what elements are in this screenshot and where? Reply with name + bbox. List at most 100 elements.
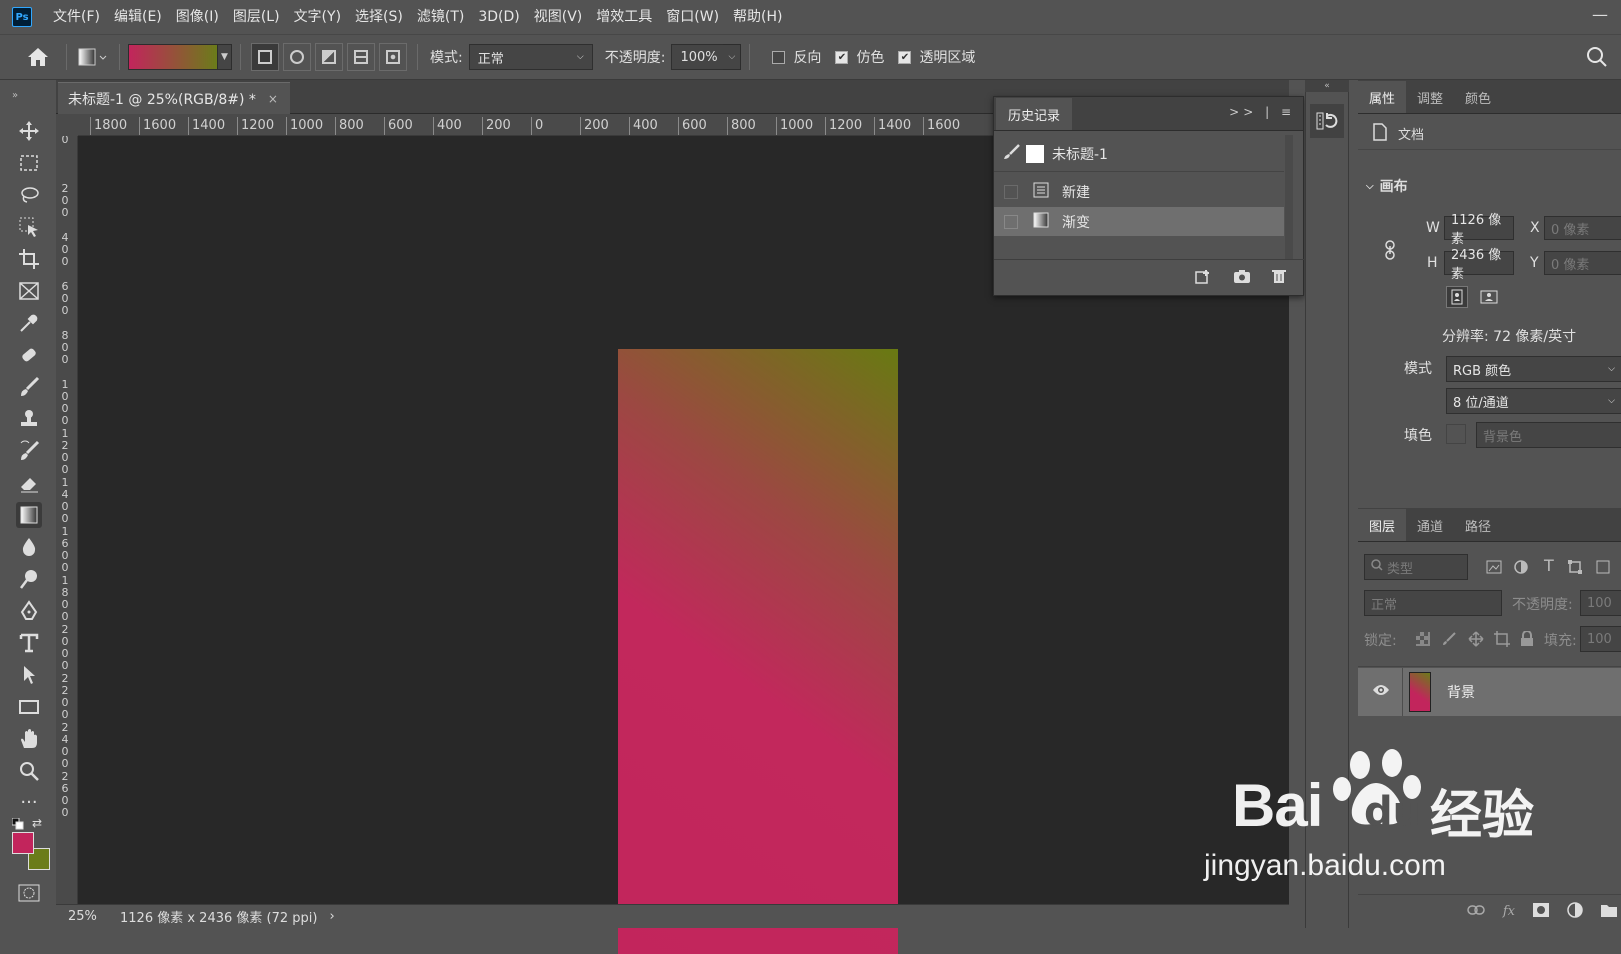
pixel-filter-icon[interactable] [1486, 560, 1502, 578]
fill-color-swatch[interactable] [1446, 424, 1466, 444]
layer-mask-icon[interactable] [1533, 902, 1549, 921]
document-canvas[interactable] [618, 349, 898, 954]
status-arrow-icon[interactable]: › [329, 909, 334, 924]
layer-name[interactable]: 背景 [1447, 682, 1475, 702]
portrait-orientation-icon[interactable] [1446, 286, 1468, 308]
lasso-tool-icon[interactable] [16, 182, 42, 208]
smart-object-filter-icon[interactable] [1596, 560, 1610, 578]
close-icon[interactable]: × [268, 92, 278, 106]
history-snapshot[interactable]: 未标题-1 [994, 139, 1284, 168]
shape-filter-icon[interactable] [1568, 560, 1582, 578]
bit-depth-select[interactable]: 8 位/通道 ⌵ [1446, 388, 1621, 414]
tab-adjustments[interactable]: 调整 [1406, 81, 1454, 113]
path-selection-tool-icon[interactable] [16, 662, 42, 688]
brush-tool-icon[interactable] [16, 374, 42, 400]
swap-colors-icon[interactable]: ⇄ [32, 816, 42, 830]
gradient-tool-icon[interactable] [16, 502, 42, 528]
layer-filter-select[interactable]: 类型 [1364, 554, 1468, 580]
menu-plugins[interactable]: 增效工具 [589, 0, 659, 34]
panel-controls[interactable]: >> | [1229, 105, 1273, 119]
lock-transparent-icon[interactable] [1416, 632, 1430, 650]
healing-brush-tool-icon[interactable] [16, 342, 42, 368]
x-input[interactable]: 0 像素 [1544, 216, 1621, 240]
history-panel-icon[interactable] [1310, 104, 1344, 138]
history-checkbox[interactable] [1004, 214, 1018, 229]
new-document-from-state-icon[interactable] [1195, 268, 1213, 288]
lock-all-icon[interactable] [1520, 630, 1534, 651]
reverse-checkbox[interactable]: 反向 [772, 47, 821, 67]
height-input[interactable]: 2436 像素 [1444, 248, 1514, 282]
trash-icon[interactable] [1271, 268, 1287, 288]
lock-position-icon[interactable] [1468, 631, 1484, 651]
transparency-checkbox[interactable]: ✔ 透明区域 [898, 47, 975, 67]
tab-properties[interactable]: 属性 [1358, 81, 1407, 113]
menu-layer[interactable]: 图层(L) [226, 0, 287, 34]
menu-filter[interactable]: 滤镜(T) [410, 0, 471, 34]
landscape-orientation-icon[interactable] [1478, 286, 1500, 308]
type-filter-icon[interactable]: T [1544, 556, 1554, 575]
minimize-button[interactable]: — [1587, 0, 1613, 34]
layer-fill-input[interactable]: 100 [1580, 626, 1621, 652]
eraser-tool-icon[interactable] [16, 470, 42, 496]
dither-checkbox[interactable]: ✔ 仿色 [835, 47, 884, 67]
y-input[interactable]: 0 像素 [1544, 251, 1621, 275]
mode-select[interactable]: 正常 ⌵ [468, 44, 593, 70]
clone-stamp-tool-icon[interactable] [16, 406, 42, 432]
menu-edit[interactable]: 编辑(E) [107, 0, 169, 34]
layer-row[interactable]: 背景 [1358, 668, 1621, 716]
color-mode-select[interactable]: RGB 颜色 ⌵ [1446, 356, 1621, 382]
tool-preset-picker[interactable] [75, 43, 111, 71]
menu-3d[interactable]: 3D(D) [471, 0, 526, 34]
collapse-icon[interactable]: » [12, 90, 18, 101]
menu-window[interactable]: 窗口(W) [659, 0, 726, 34]
menu-image[interactable]: 图像(I) [169, 0, 226, 34]
object-selection-tool-icon[interactable] [16, 214, 42, 240]
adjustment-filter-icon[interactable] [1514, 560, 1528, 578]
tab-channels[interactable]: 通道 [1406, 509, 1454, 541]
blend-mode-select[interactable]: 正常 [1364, 590, 1502, 616]
search-icon[interactable] [1585, 45, 1611, 71]
rectangle-tool-icon[interactable] [16, 694, 42, 720]
history-brush-icon[interactable] [1002, 143, 1022, 164]
type-tool-icon[interactable] [16, 630, 42, 656]
fx-icon[interactable]: fx [1503, 904, 1515, 919]
move-tool-icon[interactable] [16, 118, 42, 144]
history-scrollbar[interactable] [1285, 135, 1293, 259]
reflected-gradient-button[interactable] [347, 43, 375, 71]
link-icon[interactable] [1384, 240, 1396, 264]
pen-tool-icon[interactable] [16, 598, 42, 624]
lock-artboard-icon[interactable] [1494, 631, 1510, 651]
expand-panels-icon[interactable]: « [1305, 80, 1349, 92]
history-item[interactable]: 渐变 [994, 207, 1284, 236]
quick-mask-icon[interactable] [18, 884, 40, 902]
crop-tool-icon[interactable] [16, 246, 42, 272]
panel-menu-icon[interactable]: >> | ≡ [1229, 105, 1295, 119]
menu-file[interactable]: 文件(F) [46, 0, 107, 34]
opacity-input[interactable]: 100% [671, 44, 724, 70]
tab-history[interactable]: 历史记录 [996, 98, 1073, 130]
tab-layers[interactable]: 图层 [1358, 509, 1407, 541]
zoom-level[interactable]: 25% [68, 909, 116, 924]
gradient-picker[interactable] [128, 44, 218, 70]
radial-gradient-button[interactable] [283, 43, 311, 71]
history-checkbox[interactable] [1004, 184, 1018, 199]
eyedropper-tool-icon[interactable] [16, 310, 42, 336]
diamond-gradient-button[interactable] [379, 43, 407, 71]
dodge-tool-icon[interactable] [16, 566, 42, 592]
foreground-color-swatch[interactable] [12, 832, 34, 854]
menu-type[interactable]: 文字(Y) [287, 0, 348, 34]
canvas-section[interactable]: ⌵ 画布 [1366, 176, 1408, 196]
blur-tool-icon[interactable] [16, 534, 42, 560]
camera-icon[interactable] [1233, 268, 1251, 288]
more-tools-icon[interactable]: ··· [16, 790, 42, 816]
menu-help[interactable]: 帮助(H) [726, 0, 789, 34]
menu-select[interactable]: 选择(S) [348, 0, 410, 34]
hand-tool-icon[interactable] [16, 726, 42, 752]
home-icon[interactable] [18, 37, 58, 77]
eye-icon[interactable] [1372, 684, 1390, 700]
folder-icon[interactable] [1601, 903, 1617, 921]
angle-gradient-button[interactable] [315, 43, 343, 71]
history-item[interactable]: 新建 [994, 177, 1284, 206]
width-input[interactable]: 1126 像素 [1444, 213, 1514, 247]
vertical-ruler[interactable]: 0 200 400 600 800 100012001400160018002000220… [56, 136, 78, 904]
